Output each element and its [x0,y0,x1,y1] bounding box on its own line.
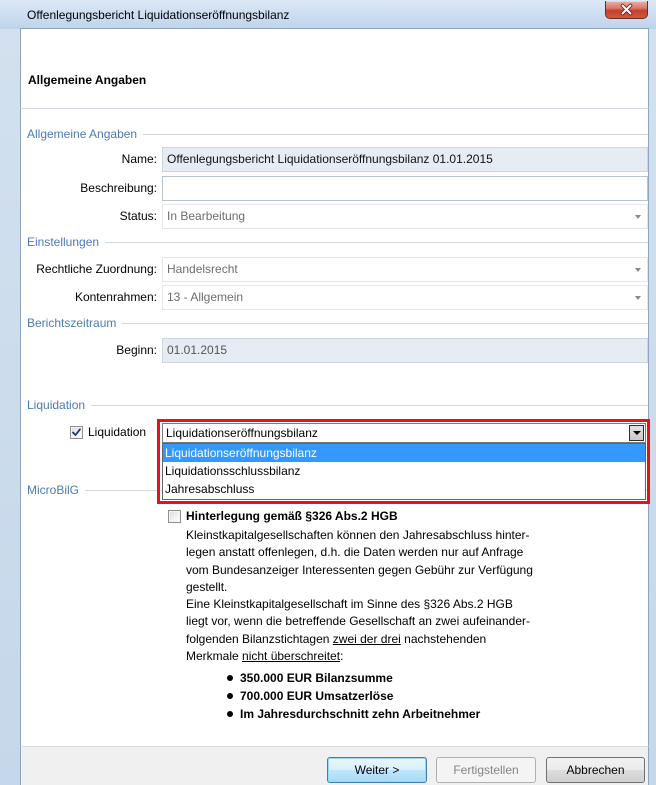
text-segment: Merkmale [186,649,243,664]
status-label: Status: [119,209,157,223]
text-segment: : [340,649,344,664]
section-general: Allgemeine Angaben [27,126,648,142]
title-bar[interactable]: Offenlegungsbericht Liquidationseröffnun… [0,0,656,29]
window-title: Offenlegungsbericht Liquidationseröffnun… [27,8,290,22]
bullet-icon [227,711,233,717]
liquidation-checkbox-label[interactable]: Liquidation [88,424,146,440]
legal-assignment-select[interactable]: Handelsrecht [162,257,648,282]
close-button[interactable] [605,1,648,19]
deposit-checkbox[interactable] [168,510,181,523]
description-line: legen anstatt offenlegen, d.h. die Daten… [186,545,524,560]
page-title: Allgemeine Angaben [28,73,147,87]
description-label: Beschreibung: [80,181,157,195]
description-line: Eine Kleinstkapitalgesellschaft im Sinne… [186,597,513,612]
text-segment: folgenden Bilanzstichtagen [186,631,333,646]
description-line: vom Bundesanzeiger Interessenten gegen G… [186,562,533,577]
deposit-checkbox-label[interactable]: Hinterlegung gemäß §326 Abs.2 HGB [186,508,398,524]
name-value: Offenlegungsbericht Liquidationseröffnun… [167,152,493,166]
begin-label: Beginn: [116,343,157,357]
chart-of-accounts-select[interactable]: 13 - Allgemein [162,285,648,310]
description-line: Kleinstkapitalgesellschaften können den … [186,528,530,542]
description-line: liegt vor, wenn die betreffende Gesellsc… [186,614,530,629]
description-input[interactable] [162,176,648,201]
section-period: Berichtszeitraum [27,315,648,331]
section-liquidation: Liquidation [27,397,648,413]
underlined-text: zwei der drei [332,631,401,646]
section-title-settings: Einstellungen [27,235,100,249]
cancel-button[interactable]: Abbrechen [546,757,645,783]
section-settings: Einstellungen [27,234,648,250]
legal-assignment-label: Rechtliche Zuordnung: [36,262,157,276]
wizard-header: Allgemeine Angaben [20,29,649,109]
chevron-down-icon [635,268,641,272]
status-select[interactable]: In Bearbeitung [162,204,648,229]
microbilg-description: Kleinstkapitalgesellschaften können den … [186,527,533,665]
close-icon [620,3,633,16]
text-segment: nachstehenden [400,631,487,646]
begin-value: 01.01.2015 [167,343,228,357]
description-line: Merkmale nicht überschreitet: [186,648,533,665]
section-title-period: Berichtszeitraum [27,316,117,330]
criterion-text: Im Jahresdurchschnitt zehn Arbeitnehmer [240,707,481,721]
status-value: In Bearbeitung [167,209,246,223]
chevron-down-icon [635,215,641,219]
finish-button[interactable]: Fertigstellen [436,757,536,783]
section-title-microbilg: MicroBilG [27,483,80,497]
check-icon [72,428,81,436]
section-title-general: Allgemeine Angaben [27,127,138,141]
dialog-window: Offenlegungsbericht Liquidationseröffnun… [0,0,656,785]
chart-of-accounts-value: 13 - Allgemein [167,290,244,304]
criterion-text: 350.000 EUR Bilanzsumme [240,671,393,685]
name-field: Offenlegungsbericht Liquidationseröffnun… [162,147,648,172]
next-button[interactable]: Weiter > [327,757,427,783]
liquidation-checkbox[interactable] [70,426,83,439]
chevron-down-icon [635,296,641,300]
name-label: Name: [121,152,157,166]
begin-field: 01.01.2015 [162,338,648,363]
description-line: gestellt. [186,579,228,594]
section-title-liquidation: Liquidation [27,398,86,412]
bullet-icon [227,693,233,699]
section-divider [122,322,648,324]
description-line: folgenden Bilanzstichtagen zwei der drei… [186,631,533,648]
criterion-text: 700.000 EUR Umsatzerlöse [240,689,394,703]
chart-of-accounts-label: Kontenrahmen: [74,290,157,304]
underlined-text: nicht überschreitet [242,649,341,664]
section-divider [143,133,648,135]
bullet-icon [227,675,233,681]
legal-assignment-value: Handelsrecht [167,262,238,276]
highlight-box [157,419,650,504]
section-divider [91,404,648,406]
section-divider [105,241,648,243]
